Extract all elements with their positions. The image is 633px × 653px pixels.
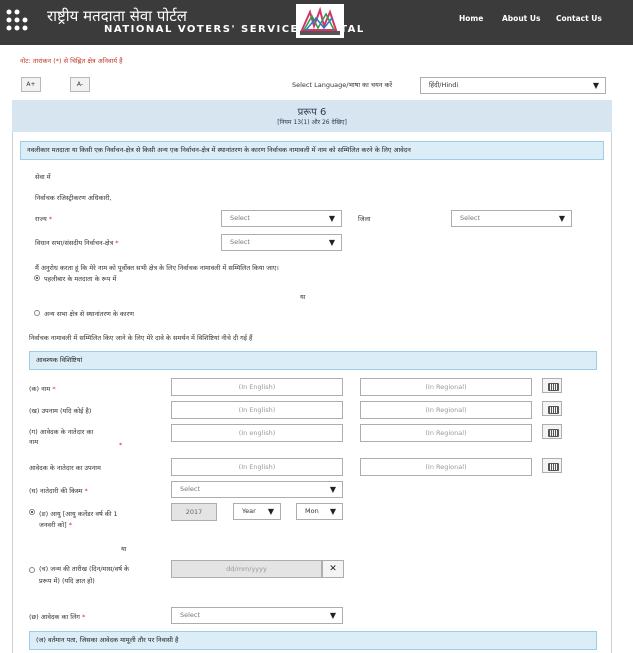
district-label: जिला (358, 215, 371, 223)
keyboard-icon[interactable] (542, 424, 562, 439)
chevron-down-icon: ▼ (329, 485, 336, 494)
name-english-input[interactable]: (In English) (171, 378, 343, 396)
required-asterisk: * (119, 441, 123, 449)
chevron-down-icon: ▼ (267, 507, 274, 516)
age-year-select[interactable]: Year ▼ (233, 503, 281, 520)
chevron-down-icon: ▼ (329, 507, 336, 516)
gender-select-value: Select (180, 611, 201, 619)
campaign-logo-icon (296, 4, 344, 38)
font-decrease-button[interactable]: A- (70, 77, 90, 92)
keyboard-icon[interactable] (542, 458, 562, 473)
radio-new-voter[interactable] (34, 275, 40, 281)
section-title-bar: आवश्यक विशिष्टियां (29, 351, 597, 370)
to-label: सेवा में (35, 173, 51, 181)
name-label: (क) नाम * (29, 385, 56, 393)
age-year-select-value: Year (242, 507, 256, 515)
radio-dob[interactable] (29, 567, 35, 573)
relative-name-english-input[interactable]: (In english) (171, 424, 343, 442)
dob-label: (च) जन्म की तारीख (दिन/मास/वर्ष के (39, 565, 130, 573)
constituency-label: विधान सभा/संसदीय निर्वाचन-क्षेत्र * (35, 239, 119, 247)
address-section-bar: (ज) वर्तमान पता, जिसका आवेदक मामूली तौर … (29, 631, 597, 650)
nav-contact-us[interactable]: Contact Us (556, 14, 602, 23)
chevron-down-icon: ▼ (328, 238, 335, 247)
eci-logo-icon (6, 9, 28, 31)
option-shift-label: अन्य सभा क्षेत्र से स्थानांतरण के कारण (44, 310, 134, 318)
chevron-down-icon: ▼ (329, 611, 336, 620)
clear-date-icon[interactable]: ✕ (322, 560, 344, 578)
font-increase-button[interactable]: A+ (21, 77, 41, 92)
form-subtitle: [नियम 13(1) और 26 देखिए] (277, 119, 347, 126)
age-year-input[interactable]: 2017 (171, 503, 217, 521)
state-label: राज्य * (35, 215, 53, 223)
gender-select[interactable]: Select ▼ (171, 607, 343, 624)
chevron-down-icon: ▼ (328, 214, 335, 223)
gender-label: (छ) आवेदक का लिंग * (29, 613, 86, 621)
mandatory-notice: नोट: तारांकन (*) से चिह्नित क्षेत्र अनिव… (20, 57, 123, 65)
option-new-voter-label: पहलीबार के मतदाता के रूप में (44, 275, 117, 283)
or-text: या (300, 293, 306, 301)
state-select[interactable]: Select ▼ (221, 210, 342, 227)
surname-label: (ख) उपनाम (यदि कोई है) (29, 407, 92, 415)
site-header: राष्ट्रीय मतदाता सेवा पोर्टल NATIONAL VO… (0, 0, 633, 45)
state-select-value: Select (230, 214, 251, 222)
form-header: प्ररूप 6 [नियम 13(1) और 26 देखिए] (12, 100, 612, 132)
officer-label: निर्वाचक रजिस्ट्रीकरण अधिकारी, (35, 194, 112, 202)
language-select[interactable]: हिंदी/Hindi ▼ (420, 77, 606, 94)
relation-type-label: (घ) नातेदारी की किस्म * (29, 487, 88, 495)
name-regional-input[interactable]: (In Regional) (360, 378, 532, 396)
radio-age[interactable] (29, 509, 35, 515)
age-label-line2: जनवरी को] * (39, 521, 72, 529)
keyboard-icon[interactable] (542, 378, 562, 393)
language-label: Select Language/भाषा का चयन करें (292, 81, 393, 89)
relation-type-value: Select (180, 485, 201, 493)
age-month-select[interactable]: Mon ▼ (296, 503, 343, 520)
language-selected-value: हिंदी/Hindi (429, 81, 459, 89)
request-text: मैं अनुरोध करता हूं कि मेरे नाम को पूर्व… (35, 264, 279, 272)
surname-regional-input[interactable]: (In Regional) (360, 401, 532, 419)
surname-english-input[interactable]: (In English) (171, 401, 343, 419)
dob-input[interactable]: dd/mm/yyyy (171, 560, 322, 578)
age-month-select-value: Mon (305, 507, 319, 515)
relative-surname-label: आवेदक के नातेदार का उपनाम (29, 464, 101, 472)
details-intro-text: निर्वाचक नामावली में सम्मिलित किए जाने क… (29, 334, 253, 342)
nav-about-us[interactable]: About Us (502, 14, 540, 23)
chevron-down-icon: ▼ (592, 81, 599, 90)
constituency-select[interactable]: Select ▼ (221, 234, 342, 251)
relative-surname-regional-input[interactable]: (In Regional) (360, 458, 532, 476)
relative-surname-english-input[interactable]: (In English) (171, 458, 343, 476)
relation-type-select[interactable]: Select ▼ (171, 481, 343, 498)
radio-shift[interactable] (34, 310, 40, 316)
constituency-select-value: Select (230, 238, 251, 246)
district-select[interactable]: Select ▼ (451, 210, 572, 227)
nav-home[interactable]: Home (459, 14, 483, 23)
relative-name-regional-input[interactable]: (In Regional) (360, 424, 532, 442)
district-select-value: Select (460, 214, 481, 222)
or-text: या (121, 545, 127, 553)
keyboard-icon[interactable] (542, 401, 562, 416)
form-purpose-bar: नवलीकार मतदाता या किसी एक निर्वाचन-क्षेत… (20, 141, 604, 160)
portal-title-hindi: राष्ट्रीय मतदाता सेवा पोर्टल (47, 7, 187, 25)
relative-name-label: (ग) आवेदक के नातेदार का (29, 428, 94, 436)
form-title: प्ररूप 6 (297, 107, 327, 118)
relative-name-label-line2: नाम (29, 438, 39, 446)
chevron-down-icon: ▼ (558, 214, 565, 223)
dob-label-line2: प्ररूप में) (यदि ज्ञात हो) (39, 577, 95, 585)
age-label: (ङ) आयु [आयु कलेंडर वर्ष की 1 (39, 510, 118, 518)
